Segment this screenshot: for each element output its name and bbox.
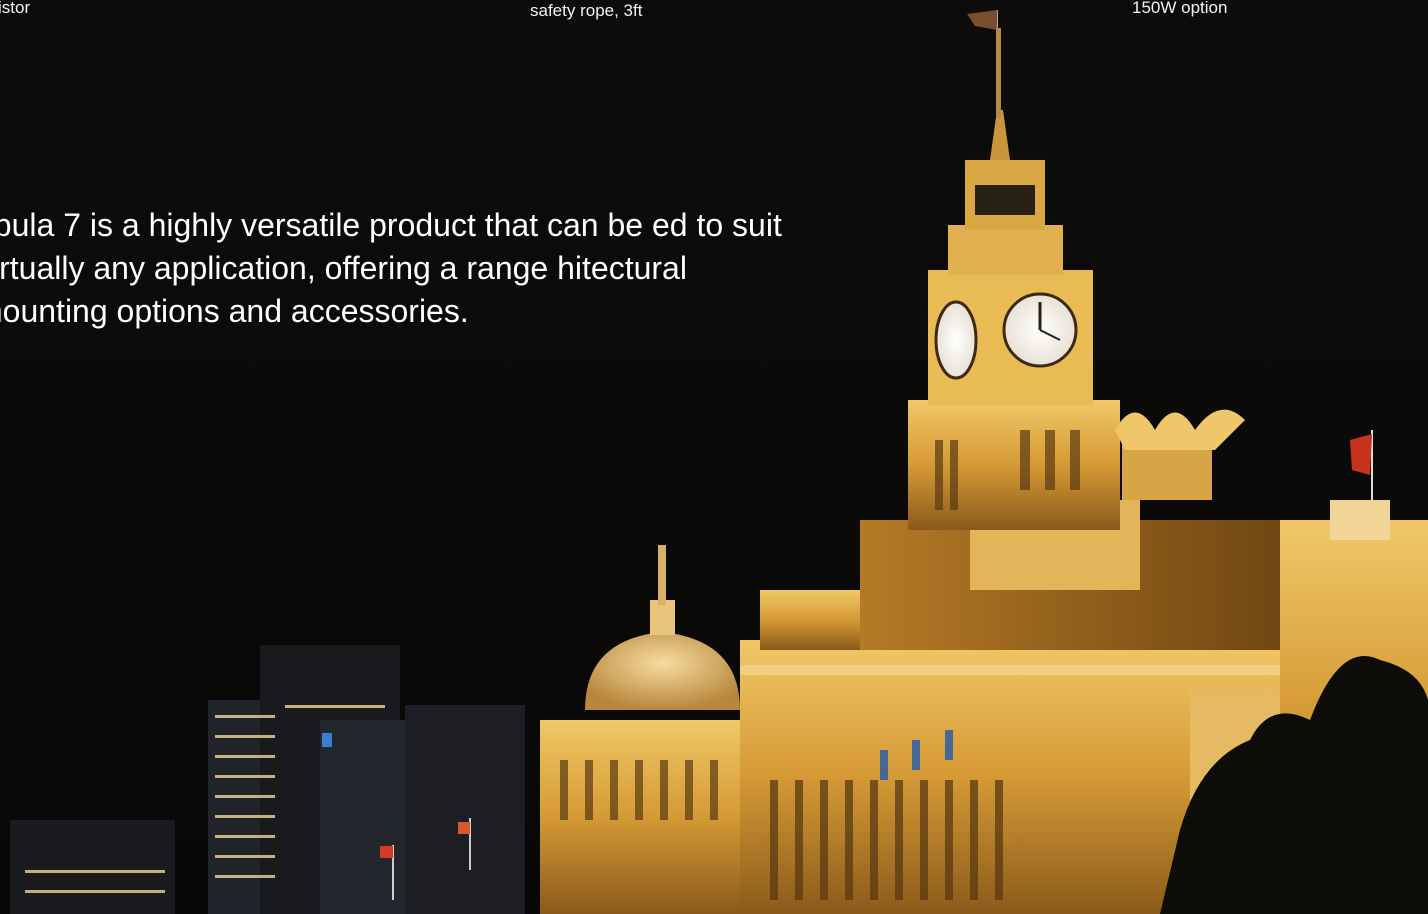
- caption-middle: safety rope, 3ft: [530, 1, 643, 20]
- caption-left: istor: [0, 0, 31, 17]
- intro-paragraph: ebula 7 is a highly versatile product th…: [0, 207, 782, 329]
- caption-right: 150W option: [1132, 0, 1228, 17]
- background-photo: [0, 0, 1428, 914]
